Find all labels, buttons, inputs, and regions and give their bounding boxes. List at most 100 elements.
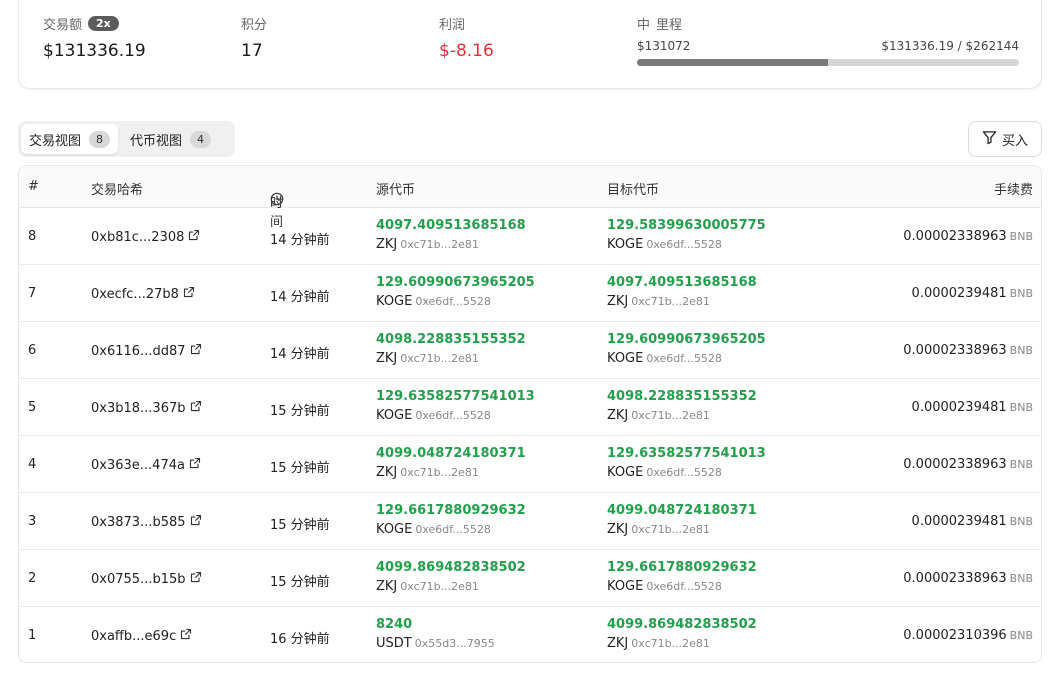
source-address: 0x55d3...7955: [414, 637, 495, 650]
tx-hash-link[interactable]: 0xecfc...27b8: [91, 286, 195, 302]
fee-unit: BNB: [1009, 230, 1033, 243]
fee-unit: BNB: [1009, 515, 1033, 528]
target-token: 4098.228835155352 ZKJ 0xc71b...2e81: [607, 389, 757, 423]
points-value: 17: [241, 41, 263, 61]
milestone-label: 里程: [656, 17, 683, 33]
source-symbol: KOGE: [376, 294, 413, 309]
target-amount: 4099.048724180371: [607, 503, 757, 518]
tx-hash: 0xaffb...e69c: [91, 628, 177, 644]
fee-value: 0.0000239481: [911, 514, 1007, 529]
target-token: 129.63582577541013 KOGE 0xe6df...5528: [607, 446, 766, 480]
source-symbol: ZKJ: [376, 237, 398, 252]
target-amount: 129.60990673965205: [607, 332, 766, 347]
header-index: #: [28, 179, 39, 194]
tab-transaction-view[interactable]: 交易视图 8: [21, 124, 119, 154]
filter-icon: [982, 130, 997, 149]
fee-value: 0.0000239481: [911, 286, 1007, 301]
external-link-icon: [190, 400, 202, 416]
target-amount: 4098.228835155352: [607, 389, 757, 404]
tx-fee: 0.0000239481 BNB: [912, 286, 1033, 301]
tab-label: 交易视图: [29, 133, 82, 149]
volume-label: 交易额: [43, 17, 83, 33]
table-row: 2 0x0755...b15b 15 分钟前 4099.869482838502…: [19, 550, 1041, 607]
source-amount: 129.60990673965205: [376, 275, 535, 290]
profit-label: 利润: [439, 17, 466, 33]
stats-card: 交易额 2x $131336.19 积分 17 利润 $-8.16 中 里程 $…: [18, 0, 1042, 89]
tx-hash-link[interactable]: 0x6116...dd87: [91, 343, 202, 359]
tx-fee: 0.0000239481 BNB: [912, 400, 1033, 415]
source-address: 0xe6df...5528: [415, 523, 491, 536]
source-address: 0xe6df...5528: [415, 409, 491, 422]
tx-fee: 0.00002338963 BNB: [903, 229, 1033, 244]
tab-label: 代币视图: [130, 133, 183, 149]
filter-label: 买入: [1001, 133, 1028, 149]
header-hash: 交易哈希: [91, 183, 144, 198]
tx-fee: 0.00002338963 BNB: [903, 571, 1033, 586]
tx-hash-link[interactable]: 0x3b18...367b: [91, 400, 202, 416]
source-amount: 4098.228835155352: [376, 332, 526, 347]
filter-button[interactable]: 买入: [968, 121, 1042, 157]
source-address: 0xc71b...2e81: [400, 466, 479, 479]
source-address: 0xc71b...2e81: [400, 238, 479, 251]
fee-value: 0.00002338963: [903, 343, 1007, 358]
view-tabs: 交易视图 8 代币视图 4: [18, 121, 235, 157]
tx-hash-link[interactable]: 0x3873...b585: [91, 514, 202, 530]
tx-hash-link[interactable]: 0xb81c...2308: [91, 229, 200, 245]
fee-value: 0.00002338963: [903, 229, 1007, 244]
target-token: 129.6617880929632 KOGE 0xe6df...5528: [607, 560, 757, 594]
source-amount: 8240: [376, 617, 413, 632]
points-label: 积分: [241, 17, 268, 33]
source-token: 4099.869482838502 ZKJ 0xc71b...2e81: [376, 560, 526, 594]
source-symbol: KOGE: [376, 522, 413, 537]
target-address: 0xe6df...5528: [646, 238, 722, 251]
milestone: 中 里程 $131072 $131336.19 / $262144: [637, 13, 1019, 66]
target-symbol: ZKJ: [607, 522, 629, 537]
table-row: 3 0x3873...b585 15 分钟前 129.6617880929632…: [19, 493, 1041, 550]
tab-token-view[interactable]: 代币视图 4: [122, 124, 219, 154]
target-address: 0xc71b...2e81: [631, 523, 710, 536]
profit-value: $-8.16: [439, 41, 494, 61]
source-token: 129.60990673965205 KOGE 0xe6df...5528: [376, 275, 535, 309]
target-token: 4099.869482838502 ZKJ 0xc71b...2e81: [607, 617, 757, 651]
fee-value: 0.00002338963: [903, 571, 1007, 586]
tx-hash-link[interactable]: 0x0755...b15b: [91, 571, 202, 587]
target-symbol: KOGE: [607, 351, 644, 366]
fee-unit: BNB: [1009, 458, 1033, 471]
target-symbol: ZKJ: [607, 636, 629, 651]
volume-stat: 交易额 2x $131336.19: [43, 13, 146, 61]
source-address: 0xc71b...2e81: [400, 580, 479, 593]
tx-fee: 0.00002338963 BNB: [903, 343, 1033, 358]
fee-unit: BNB: [1009, 572, 1033, 585]
row-index: 5: [28, 400, 37, 415]
target-token: 4097.409513685168 ZKJ 0xc71b...2e81: [607, 275, 757, 309]
tx-hash-link[interactable]: 0x363e...474a: [91, 457, 201, 473]
external-link-icon: [190, 343, 202, 359]
source-token: 4097.409513685168 ZKJ 0xc71b...2e81: [376, 218, 526, 252]
tx-hash: 0x363e...474a: [91, 457, 185, 473]
table-row: 1 0xaffb...e69c 16 分钟前 8240 USDT 0x55d3..…: [19, 607, 1041, 662]
header-target: 目标代币: [607, 183, 660, 198]
source-symbol: ZKJ: [376, 465, 398, 480]
tx-hash: 0x3873...b585: [91, 514, 186, 530]
tx-time: 15 分钟前: [270, 461, 330, 476]
source-amount: 4099.048724180371: [376, 446, 526, 461]
source-amount: 129.6617880929632: [376, 503, 526, 518]
external-link-icon: [190, 514, 202, 530]
header-fee: 手续费: [993, 183, 1033, 198]
tab-count: 4: [190, 130, 212, 148]
target-token: 129.60990673965205 KOGE 0xe6df...5528: [607, 332, 766, 366]
external-link-icon: [188, 229, 200, 245]
tx-fee: 0.00002338963 BNB: [903, 457, 1033, 472]
target-address: 0xc71b...2e81: [631, 409, 710, 422]
tx-hash-link[interactable]: 0xaffb...e69c: [91, 628, 192, 644]
target-token: 4099.048724180371 ZKJ 0xc71b...2e81: [607, 503, 757, 537]
source-amount: 129.63582577541013: [376, 389, 535, 404]
target-amount: 129.63582577541013: [607, 446, 766, 461]
multiplier-badge: 2x: [88, 15, 119, 31]
fee-unit: BNB: [1009, 401, 1033, 414]
target-amount: 4099.869482838502: [607, 617, 757, 632]
tx-time: 16 分钟前: [270, 632, 330, 647]
target-symbol: ZKJ: [607, 294, 629, 309]
milestone-icon: 中: [637, 17, 651, 33]
source-token: 129.63582577541013 KOGE 0xe6df...5528: [376, 389, 535, 423]
